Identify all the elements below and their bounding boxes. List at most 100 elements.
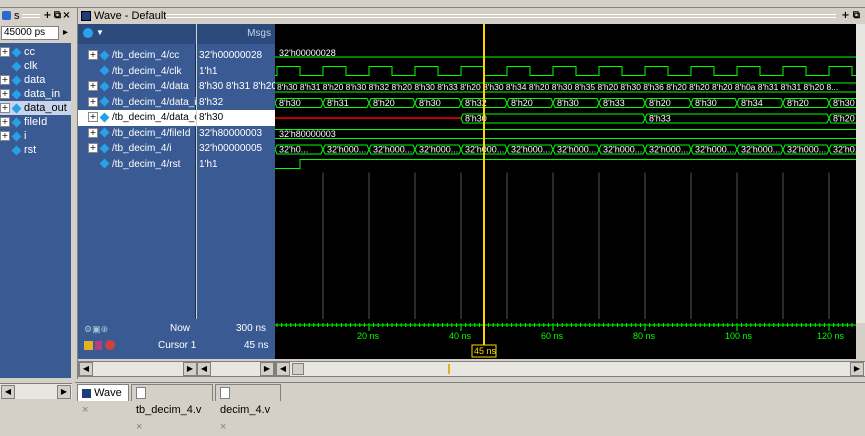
cursor-remove-icon[interactable] bbox=[105, 340, 115, 350]
signal-icon bbox=[11, 117, 22, 128]
wave-window-title: Wave - Default bbox=[94, 10, 167, 22]
expand-icon[interactable]: + bbox=[88, 127, 98, 138]
objects-close-icon[interactable]: × bbox=[61, 10, 72, 21]
axis-tick-label: 120 ns bbox=[817, 331, 845, 341]
i-trace-value: 32'h000... bbox=[741, 145, 780, 155]
signal-row[interactable]: + /tb_decim_4/i bbox=[78, 141, 196, 157]
object-label: cc bbox=[24, 46, 35, 58]
signal-icon bbox=[99, 158, 110, 169]
expand-icon[interactable]: + bbox=[88, 143, 98, 154]
object-item[interactable]: clk bbox=[0, 59, 71, 73]
wave-window: Wave - Default + ⧉ ▼ + /tb_decim_4/cc/tb_… bbox=[77, 8, 865, 379]
tab-wave-close-icon[interactable]: × bbox=[82, 404, 88, 416]
signal-icon bbox=[11, 61, 22, 72]
name-scroll-left-icon[interactable]: ◀ bbox=[79, 362, 93, 376]
expand-icon[interactable]: + bbox=[0, 89, 10, 100]
wave-tools-icon[interactable] bbox=[83, 28, 93, 38]
objects-scroll-right-icon[interactable]: ▶ bbox=[57, 385, 71, 399]
object-item[interactable]: + data_out bbox=[0, 101, 71, 115]
axis-tick-label: 20 ns bbox=[357, 331, 380, 341]
signal-icon bbox=[99, 127, 110, 138]
cursor-edit-icon[interactable] bbox=[95, 341, 102, 350]
wave-scroll-left-icon[interactable]: ◀ bbox=[276, 362, 290, 376]
objects-list: + cc clk + data + data_in + data_out + fileId + i rst bbox=[0, 43, 71, 378]
time-field[interactable]: 45000 ps bbox=[1, 26, 59, 40]
object-item[interactable]: + cc bbox=[0, 45, 71, 59]
signal-name: /tb_decim_4/data bbox=[112, 81, 189, 92]
i-trace-value: 32'h0... bbox=[279, 145, 308, 155]
tab-tb-decim-4[interactable]: tb_decim_4.v × bbox=[131, 384, 213, 433]
signal-row[interactable]: + /tb_decim_4/data_in bbox=[78, 95, 196, 111]
wave-vscroll[interactable] bbox=[856, 24, 865, 323]
time-spin-icon[interactable]: ▸ bbox=[60, 27, 71, 38]
expand-icon[interactable]: + bbox=[0, 47, 10, 58]
signal-row[interactable]: + /tb_decim_4/data bbox=[78, 79, 196, 95]
signal-name: /tb_decim_4/data_out bbox=[112, 112, 196, 123]
signal-icon bbox=[99, 143, 110, 154]
signal-name: /tb_decim_4/rst bbox=[112, 158, 181, 170]
tab-wave[interactable]: Wave × bbox=[77, 384, 129, 416]
i-trace-value: 32'h000... bbox=[603, 145, 642, 155]
signal-value: 32'h80000003 bbox=[199, 127, 263, 139]
wave-tab-icon bbox=[82, 388, 91, 398]
signal-row[interactable]: + /tb_decim_4/data_out bbox=[78, 110, 196, 126]
wave-scroll-marker bbox=[448, 364, 450, 374]
wave-tools-dropdown-icon[interactable]: ▼ bbox=[96, 28, 104, 37]
signal-row[interactable]: /tb_decim_4/rst bbox=[78, 157, 196, 173]
expand-icon[interactable]: + bbox=[88, 112, 98, 123]
signal-value: 32'h00000028 bbox=[199, 50, 263, 61]
tab-tb-decim-4-close-icon[interactable]: × bbox=[136, 421, 142, 433]
signal-value: 32'h00000005 bbox=[199, 143, 263, 154]
time-axis-area: 20 ns 40 ns 60 ns 80 ns 100 ns 120 ns 45 ns bbox=[275, 319, 856, 359]
signal-row[interactable]: + /tb_decim_4/cc bbox=[78, 48, 196, 64]
signal-icon bbox=[99, 96, 110, 107]
name-hscroll[interactable]: ◀ ▶ ◀ ▶ bbox=[78, 361, 275, 377]
wave-scroll-right-icon[interactable]: ▶ bbox=[850, 362, 864, 376]
signal-value: 1'h1 bbox=[199, 65, 218, 77]
signal-icon bbox=[11, 145, 22, 156]
signal-row[interactable]: + /tb_decim_4/fileId bbox=[78, 126, 196, 142]
object-item[interactable]: + i bbox=[0, 129, 71, 143]
object-item[interactable]: + data bbox=[0, 73, 71, 87]
tab-decim-4-close-icon[interactable]: × bbox=[220, 421, 226, 433]
object-label: clk bbox=[24, 60, 38, 72]
data-in-value: 8'h20 bbox=[511, 98, 533, 108]
objects-hscroll[interactable]: ◀ ▶ bbox=[0, 383, 72, 399]
expand-icon[interactable]: + bbox=[0, 131, 10, 142]
msgs-label: Msgs bbox=[247, 28, 271, 39]
data-in-value: 8'h34 bbox=[741, 98, 763, 108]
expand-icon[interactable]: + bbox=[0, 103, 10, 114]
rst-trace bbox=[275, 159, 856, 169]
data-out-value: 8'h33 bbox=[649, 114, 671, 124]
tab-tb-decim-4-label: tb_decim_4.v bbox=[136, 404, 202, 416]
expand-icon[interactable]: + bbox=[88, 96, 98, 107]
wave-add-icon[interactable]: + bbox=[840, 10, 851, 21]
name-scroll-right-icon[interactable]: ▶ bbox=[183, 362, 197, 376]
object-item[interactable]: + data_in bbox=[0, 87, 71, 101]
data-in-value: 8'h20 bbox=[649, 98, 671, 108]
signal-row[interactable]: /tb_decim_4/clk bbox=[78, 64, 196, 80]
expand-icon[interactable]: + bbox=[88, 81, 98, 92]
cursor-lock-icon[interactable] bbox=[84, 341, 93, 350]
object-label: data bbox=[24, 74, 46, 86]
wave-scroll-thumb[interactable] bbox=[292, 363, 304, 375]
i-trace-value: 32'h000... bbox=[419, 145, 458, 155]
wave-hscroll[interactable]: ◀ ▶ bbox=[275, 361, 865, 377]
expand-icon[interactable]: + bbox=[0, 117, 10, 128]
wave-undock-icon[interactable]: ⧉ bbox=[851, 10, 862, 21]
object-label: rst bbox=[24, 144, 37, 156]
object-item[interactable]: rst bbox=[0, 143, 71, 157]
signal-value: 8'h32 bbox=[199, 96, 224, 108]
tab-decim-4[interactable]: decim_4.v × bbox=[215, 384, 281, 433]
expand-icon[interactable]: + bbox=[88, 50, 98, 61]
tab-wave-label: Wave bbox=[94, 387, 122, 399]
expand-icon[interactable]: + bbox=[0, 75, 10, 86]
value-scroll-right-icon[interactable]: ▶ bbox=[260, 362, 274, 376]
signal-icon bbox=[99, 81, 110, 92]
objects-icon bbox=[2, 11, 11, 20]
data-in-value: 8'h33 bbox=[603, 98, 625, 108]
objects-scroll-left-icon[interactable]: ◀ bbox=[1, 385, 15, 399]
object-item[interactable]: + fileId bbox=[0, 115, 71, 129]
waveform-area[interactable]: 32'h00000028 8'h30 8'h31 8'h20 8'h30 8'h3… bbox=[275, 24, 856, 323]
value-scroll-left-icon[interactable]: ◀ bbox=[197, 362, 211, 376]
